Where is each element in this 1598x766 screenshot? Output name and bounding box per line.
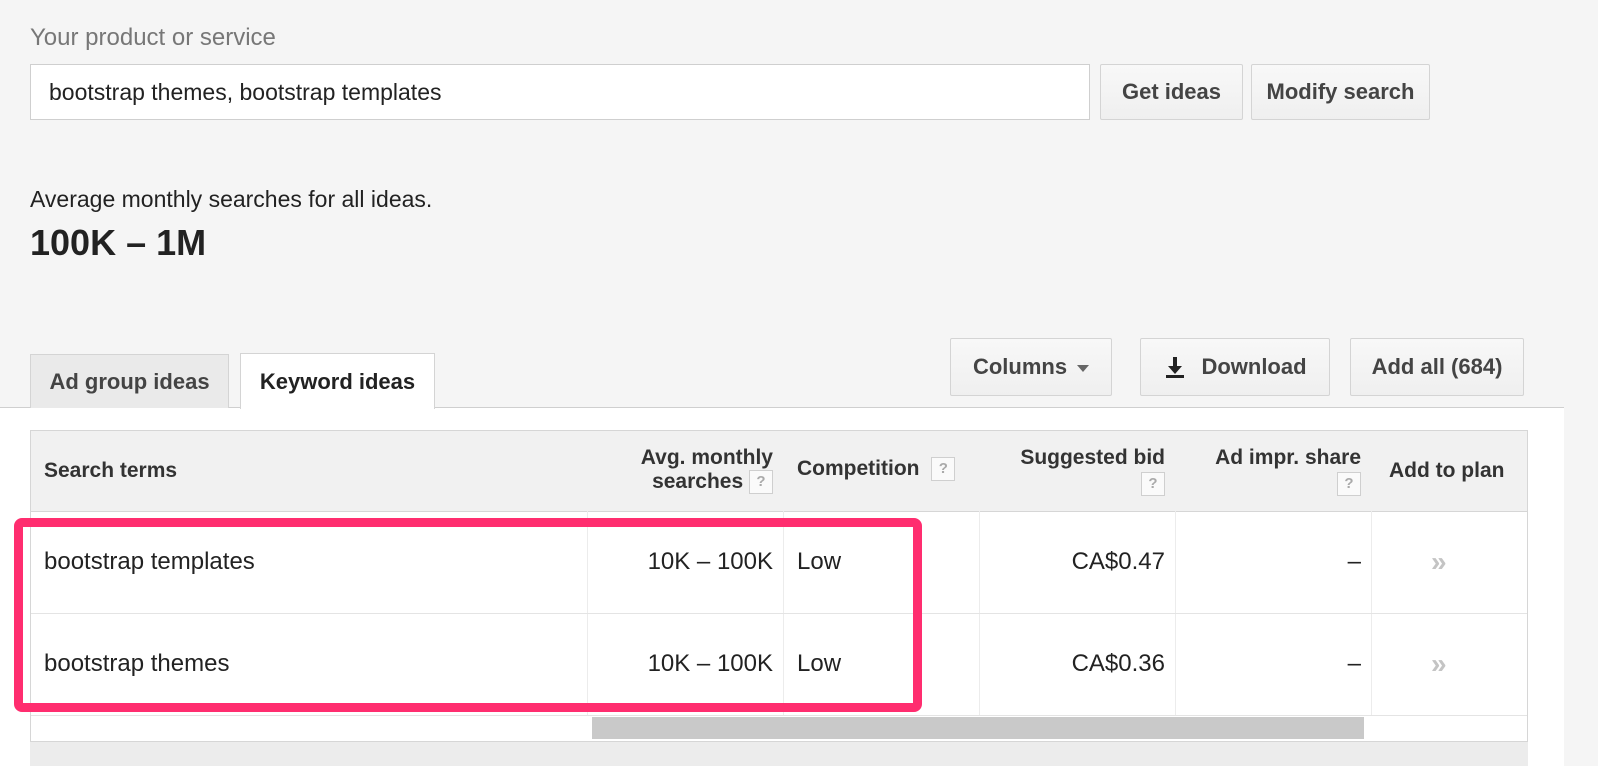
cell-avg-searches: 10K – 100K	[647, 650, 773, 677]
help-icon[interactable]: ?	[1337, 472, 1361, 496]
help-icon[interactable]: ?	[1141, 472, 1165, 496]
header-add-to-plan: Add to plan	[1389, 459, 1505, 482]
header-avg-line1: Avg. monthly	[640, 446, 773, 469]
header-competition-label: Competition	[797, 457, 920, 480]
tab-bar-divider	[0, 407, 1564, 408]
cell-search-term: bootstrap themes	[44, 650, 230, 677]
help-icon[interactable]: ?	[931, 457, 956, 482]
header-avg-monthly-searches[interactable]: Avg. monthly searches ?	[587, 446, 773, 495]
table-row: bootstrap themes 10K – 100K Low CA$0.36 …	[31, 614, 1527, 716]
help-icon[interactable]: ?	[749, 470, 773, 495]
header-avg-line2-wrap: searches ?	[587, 470, 773, 495]
double-chevron-right-icon[interactable]: »	[1431, 614, 1447, 714]
header-ad-impr-share[interactable]: Ad impr. share ?	[1175, 446, 1361, 496]
avg-searches-label: Average monthly searches for all ideas.	[30, 186, 433, 212]
columns-button[interactable]: Columns	[950, 338, 1112, 396]
cell-ad-impr-share: –	[1347, 548, 1361, 575]
cell-suggested-bid: CA$0.36	[1071, 650, 1165, 677]
double-chevron-right-icon[interactable]: »	[1431, 512, 1447, 612]
header-ad-impr-share-label: Ad impr. share	[1215, 446, 1361, 469]
columns-label: Columns	[972, 354, 1068, 379]
header-suggested-bid-label: Suggested bid	[1020, 446, 1165, 469]
keyword-table: Search terms Avg. monthly searches ? Com…	[30, 430, 1528, 742]
product-search-input[interactable]	[30, 64, 1090, 120]
header-suggested-bid[interactable]: Suggested bid ?	[979, 446, 1165, 496]
get-ideas-button[interactable]: Get ideas	[1100, 64, 1243, 120]
cell-search-term: bootstrap templates	[44, 548, 255, 575]
header-avg-line2: searches	[652, 470, 744, 493]
table-footer-strip	[30, 742, 1528, 766]
cell-competition: Low	[797, 650, 842, 677]
download-button[interactable]: Download	[1140, 338, 1330, 396]
cell-avg-searches: 10K – 100K	[647, 548, 773, 575]
modify-search-button[interactable]: Modify search	[1251, 64, 1430, 120]
caret-down-icon	[1077, 364, 1090, 372]
tab-label: Ad group ideas	[49, 368, 210, 394]
cell-competition: Low	[797, 548, 842, 575]
header-bid-help-wrap: ?	[979, 470, 1165, 496]
tab-keyword-ideas[interactable]: Keyword ideas	[240, 353, 435, 409]
horizontal-scrollbar-thumb[interactable]	[592, 717, 1364, 739]
table-row: bootstrap templates 10K – 100K Low CA$0.…	[31, 512, 1527, 614]
product-label: Your product or service	[30, 24, 276, 51]
avg-searches-value: 100K – 1M	[30, 222, 207, 263]
add-all-button[interactable]: Add all (684)	[1350, 338, 1524, 396]
tab-label: Keyword ideas	[259, 368, 416, 394]
table-header: Search terms Avg. monthly searches ? Com…	[31, 431, 1527, 512]
cell-ad-impr-share: –	[1347, 650, 1361, 677]
download-icon	[1166, 357, 1185, 378]
header-search-terms[interactable]: Search terms	[44, 459, 177, 483]
tab-ad-group-ideas[interactable]: Ad group ideas	[30, 354, 229, 408]
cell-suggested-bid: CA$0.47	[1071, 548, 1165, 575]
header-impr-help-wrap: ?	[1175, 470, 1361, 496]
download-label: Download	[1201, 354, 1307, 379]
header-competition[interactable]: Competition ?	[797, 457, 956, 482]
